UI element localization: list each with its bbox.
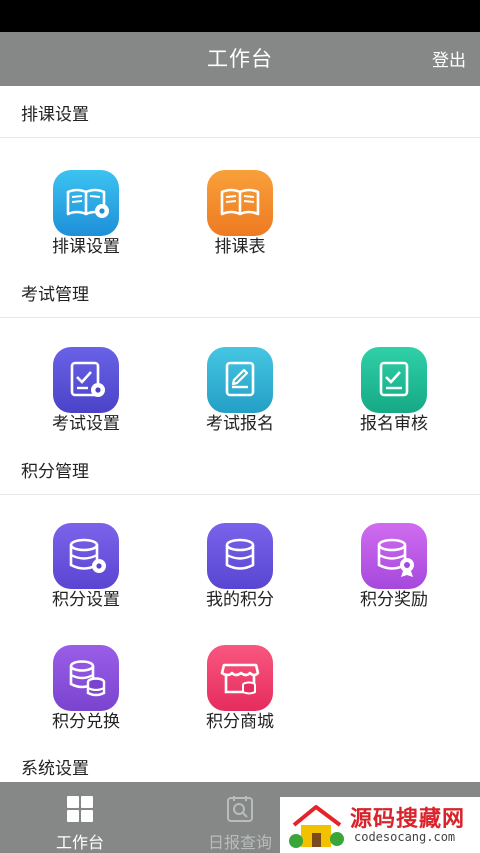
section-title: 考试管理 [21, 285, 89, 305]
grid-item-label: 积分商城 [206, 712, 274, 732]
checklist-settings-icon [53, 347, 119, 413]
grid-item-label: 报名审核 [360, 414, 428, 434]
page-title: 工作台 [207, 47, 273, 71]
grid-item-exam-settings[interactable]: 考试设置 [8, 347, 164, 437]
database-icon [207, 523, 273, 589]
section-header-points: 积分管理 [0, 443, 480, 495]
section-title: 排课设置 [21, 105, 89, 125]
database-award-icon [361, 523, 427, 589]
section-header-exams: 考试管理 [0, 266, 480, 318]
grid-item-registration-review[interactable]: 报名审核 [316, 347, 472, 437]
watermark-brand: 源码搜藏网 [350, 807, 466, 832]
book-icon [207, 170, 273, 236]
grid-item-exam-registration[interactable]: 考试报名 [162, 347, 318, 437]
grid-item-points-exchange[interactable]: 积分兑换 [8, 645, 164, 735]
grid-item-label: 积分设置 [52, 590, 120, 610]
grid-item-label: 考试设置 [52, 414, 120, 434]
grid-item-points-settings[interactable]: 积分设置 [8, 523, 164, 613]
grid-item-schedule-table[interactable]: 排课表 [162, 170, 318, 260]
book-settings-icon [53, 170, 119, 236]
grid-item-label: 我的积分 [206, 590, 274, 610]
grid-item-label: 积分奖励 [360, 590, 428, 610]
grid-item-label: 考试报名 [206, 414, 274, 434]
watermark-domain: codesocang.com [354, 830, 456, 844]
database-settings-icon [53, 523, 119, 589]
house-logo-icon [289, 805, 344, 848]
top-navigation-bar: 工作台 登出 [0, 32, 480, 86]
grid-item-label: 排课表 [214, 237, 266, 257]
grid-item-points-rewards[interactable]: 积分奖励 [316, 523, 472, 613]
grid-item-label: 积分兑换 [52, 712, 120, 732]
grid-item-my-points[interactable]: 我的积分 [162, 523, 318, 613]
tab-workbench[interactable]: 工作台 [0, 782, 160, 853]
tab-label: 工作台 [55, 833, 104, 852]
edit-document-icon [207, 347, 273, 413]
store-icon [207, 645, 273, 711]
grid-item-label: 排课设置 [52, 237, 120, 257]
watermark-logo: 源码搜藏网 codesocang.com [280, 797, 480, 853]
section-title: 积分管理 [21, 462, 89, 482]
search-report-icon [225, 794, 255, 824]
coins-stack-icon [53, 645, 119, 711]
status-bar [0, 0, 480, 32]
section-header-scheduling: 排课设置 [0, 86, 480, 138]
checklist-icon [361, 347, 427, 413]
grid-icon [65, 794, 95, 824]
grid-item-points-mall[interactable]: 积分商城 [162, 645, 318, 735]
logout-button[interactable]: 登出 [432, 32, 466, 86]
grid-item-schedule-settings[interactable]: 排课设置 [8, 170, 164, 260]
